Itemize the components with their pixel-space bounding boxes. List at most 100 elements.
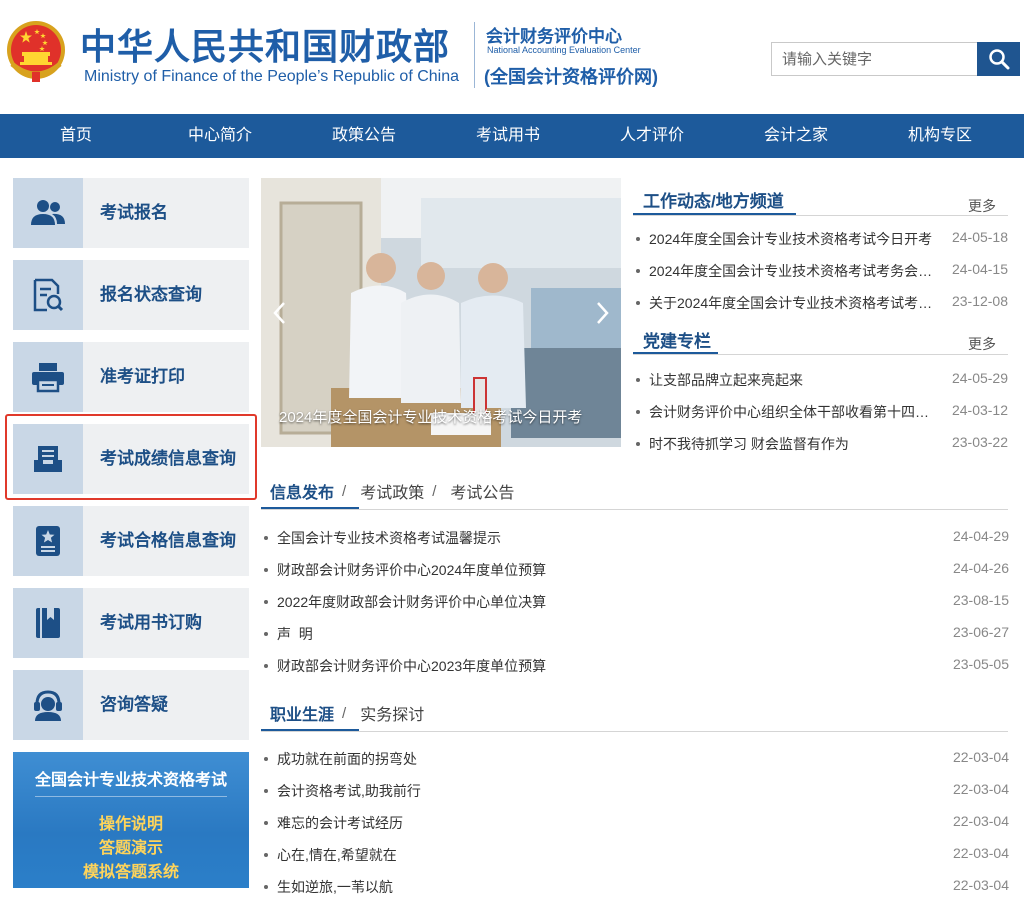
exam-system-banner: 全国会计专业技术资格考试 操作说明 答题演示 模拟答题系统	[13, 752, 249, 888]
sidebar-item-status-query[interactable]: 报名状态查询	[13, 260, 249, 330]
sidebar-item-label: 考试用书订购	[100, 613, 202, 632]
national-emblem-icon	[7, 21, 65, 82]
news-title[interactable]: 2024年度全国会计专业技术资格考试今日开考	[649, 229, 934, 249]
news-date: 23-12-08	[951, 293, 1008, 309]
bullet-icon	[264, 789, 268, 793]
tab-info-release[interactable]: 信息发布	[270, 479, 334, 503]
news-carousel[interactable]: 2024年度全国会计专业技术资格考试今日开考	[261, 178, 621, 447]
news-title[interactable]: 财政部会计财务评价中心2024年度单位预算	[277, 560, 917, 580]
search-input[interactable]	[772, 43, 978, 75]
site-header: 中华人民共和国财政部 Ministry of Finance of the Pe…	[0, 0, 1024, 112]
list-item[interactable]: 难忘的会计考试经历 22-03-04	[264, 813, 1009, 833]
tab-practice[interactable]: 实务探讨	[360, 701, 424, 725]
section-divider	[633, 354, 1008, 355]
news-title[interactable]: 声 明	[277, 624, 917, 644]
bullet-icon	[264, 757, 268, 761]
party-more-link[interactable]: 更多	[968, 334, 996, 354]
bullet-icon	[264, 664, 268, 668]
news-title[interactable]: 2024年度全国会计专业技术资格考试考务会…	[649, 261, 934, 281]
nav-institutions[interactable]: 机构专区	[868, 114, 1012, 158]
inbox-icon	[13, 424, 83, 494]
bullet-icon	[636, 410, 640, 414]
sidebar-item-label: 准考证打印	[100, 367, 185, 386]
list-item[interactable]: 2024年度全国会计专业技术资格考试考务会… 24-04-15	[636, 261, 1008, 281]
list-item[interactable]: 财政部会计财务评价中心2023年度单位预算 23-05-05	[264, 656, 1009, 676]
list-item[interactable]: 关于2024年度全国会计专业技术资格考试考… 23-12-08	[636, 293, 1008, 313]
news-title[interactable]: 会计资格考试,助我前行	[277, 781, 917, 801]
sidebar-item-label: 考试成绩信息查询	[100, 449, 236, 468]
bullet-icon	[264, 600, 268, 604]
news-title[interactable]: 难忘的会计考试经历	[277, 813, 917, 833]
section-title-underline	[633, 213, 796, 215]
news-title[interactable]: 让支部品牌立起来亮起来	[649, 370, 934, 390]
news-title[interactable]: 时不我待抓学习 财会监督有作为	[649, 434, 934, 454]
banner-title: 全国会计专业技术资格考试	[34, 772, 227, 789]
list-item[interactable]: 心在,情在,希望就在 22-03-04	[264, 845, 1009, 865]
news-title[interactable]: 生如逆旅,一苇以航	[277, 877, 917, 897]
bullet-icon	[264, 821, 268, 825]
news-date: 22-03-04	[952, 877, 1009, 893]
nav-books[interactable]: 考试用书	[436, 114, 580, 158]
list-item[interactable]: 会计资格考试,助我前行 22-03-04	[264, 781, 1009, 801]
list-item[interactable]: 成功就在前面的拐弯处 22-03-04	[264, 749, 1009, 769]
nav-talent[interactable]: 人才评价	[580, 114, 724, 158]
operation-guide-link[interactable]: 操作说明	[13, 810, 249, 834]
tab-separator: /	[432, 482, 437, 500]
news-title[interactable]: 成功就在前面的拐弯处	[277, 749, 917, 769]
sidebar-item-qualified-query[interactable]: 考试合格信息查询	[13, 506, 249, 576]
list-item[interactable]: 时不我待抓学习 财会监督有作为 23-03-22	[636, 434, 1008, 454]
bullet-icon	[264, 853, 268, 857]
news-title[interactable]: 会计财务评价中心组织全体干部收看第十四…	[649, 402, 934, 422]
news-date: 22-03-04	[952, 781, 1009, 797]
sidebar-item-book-order[interactable]: 考试用书订购	[13, 588, 249, 658]
tab-exam-policy[interactable]: 考试政策	[360, 479, 424, 503]
news-date: 23-03-22	[951, 434, 1008, 450]
mock-exam-link[interactable]: 模拟答题系统	[13, 858, 249, 882]
users-icon	[13, 178, 83, 248]
sidebar-item-score-query[interactable]: 考试成绩信息查询	[13, 424, 249, 494]
sidebar-item-label: 咨询答疑	[100, 695, 168, 714]
list-item[interactable]: 让支部品牌立起来亮起来 24-05-29	[636, 370, 1008, 390]
chevron-left-icon[interactable]	[269, 300, 291, 326]
news-date: 23-08-15	[952, 592, 1009, 608]
nav-home[interactable]: 首页	[4, 114, 148, 158]
list-item[interactable]: 2024年度全国会计专业技术资格考试今日开考 24-05-18	[636, 229, 1008, 249]
news-title[interactable]: 全国会计专业技术资格考试温馨提示	[277, 528, 917, 548]
news-title[interactable]: 关于2024年度全国会计专业技术资格考试考…	[649, 293, 934, 313]
nav-about[interactable]: 中心简介	[148, 114, 292, 158]
news-title[interactable]: 2022年度财政部会计财务评价中心单位决算	[277, 592, 917, 612]
list-item[interactable]: 声 明 23-06-27	[264, 624, 1009, 644]
sidebar-item-consultation[interactable]: 咨询答疑	[13, 670, 249, 740]
page: 中华人民共和国财政部 Ministry of Finance of the Pe…	[0, 0, 1024, 910]
news-title[interactable]: 心在,情在,希望就在	[277, 845, 917, 865]
list-item[interactable]: 2022年度财政部会计财务评价中心单位决算 23-08-15	[264, 592, 1009, 612]
news-date: 23-06-27	[952, 624, 1009, 640]
sidebar-item-admission-print[interactable]: 准考证打印	[13, 342, 249, 412]
tab-separator: /	[342, 704, 347, 722]
nav-accountants-home[interactable]: 会计之家	[724, 114, 868, 158]
list-item[interactable]: 会计财务评价中心组织全体干部收看第十四… 24-03-12	[636, 402, 1008, 422]
search-icon	[988, 49, 1009, 70]
chevron-right-icon[interactable]	[591, 300, 613, 326]
ministry-title-en: Ministry of Finance of the People’s Repu…	[84, 68, 460, 85]
nav-policy[interactable]: 政策公告	[292, 114, 436, 158]
bullet-icon	[264, 536, 268, 540]
bullet-icon	[264, 632, 268, 636]
center-subtitle: (全国会计资格评价网)	[484, 67, 658, 87]
search-button[interactable]	[977, 42, 1020, 76]
sidebar-item-registration[interactable]: 考试报名	[13, 178, 249, 248]
tab-career[interactable]: 职业生涯	[270, 701, 334, 725]
answer-demo-link[interactable]: 答题演示	[13, 834, 249, 858]
party-section-title: 党建专栏	[643, 332, 711, 351]
list-item[interactable]: 财政部会计财务评价中心2024年度单位预算 24-04-26	[264, 560, 1009, 580]
work-news-more-link[interactable]: 更多	[968, 196, 996, 216]
certificate-icon	[13, 506, 83, 576]
section-title-underline	[261, 729, 359, 731]
carousel-caption[interactable]: 2024年度全国会计专业技术资格考试今日开考	[279, 406, 582, 427]
tab-exam-notice[interactable]: 考试公告	[450, 479, 514, 503]
news-title[interactable]: 财政部会计财务评价中心2023年度单位预算	[277, 656, 917, 676]
book-icon	[13, 588, 83, 658]
list-item[interactable]: 全国会计专业技术资格考试温馨提示 24-04-29	[264, 528, 1009, 548]
list-item[interactable]: 生如逆旅,一苇以航 22-03-04	[264, 877, 1009, 897]
document-search-icon	[13, 260, 83, 330]
